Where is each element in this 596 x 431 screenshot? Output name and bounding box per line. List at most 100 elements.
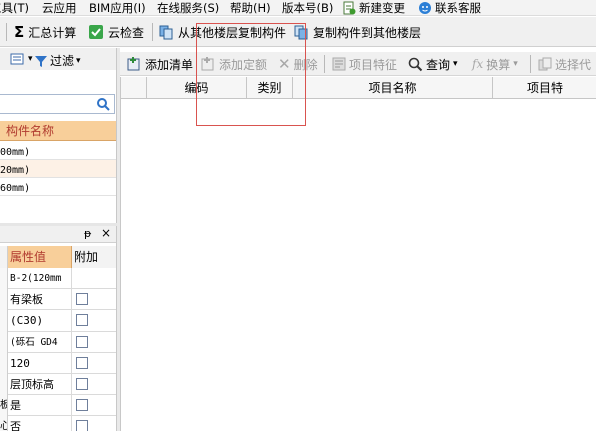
item-feature-column-header[interactable]: 项目特: [493, 77, 596, 99]
property-value-cell[interactable]: (砾石 GD4: [8, 331, 72, 353]
property-value-cell[interactable]: 层顶标高: [8, 374, 72, 396]
panel-splitter-vertical[interactable]: [117, 48, 120, 431]
query-button[interactable]: 查询 ▾: [408, 54, 458, 74]
property-row[interactable]: 层顶标高: [0, 374, 116, 396]
menu-bim[interactable]: BIM应用(I): [89, 0, 146, 15]
property-value-header: 属性值: [8, 246, 72, 268]
panel-splitter[interactable]: [0, 223, 118, 226]
delete-label: 删除: [293, 57, 318, 72]
list-item[interactable]: 60mm): [0, 178, 116, 196]
delete-button[interactable]: ✕ 删除: [278, 54, 318, 74]
cloud-check-label: 云检查: [108, 25, 145, 40]
property-row[interactable]: B-2(120mm: [0, 268, 116, 290]
property-name-cell: [0, 374, 8, 396]
property-row[interactable]: 120: [0, 352, 116, 374]
list-item[interactable]: 00mm): [0, 142, 116, 160]
property-extra-cell: [72, 332, 116, 353]
copy-to-other-floor-button[interactable]: 复制构件到其他楼层: [293, 22, 421, 42]
close-icon[interactable]: ×: [101, 226, 111, 240]
property-extra-cell: [72, 268, 116, 289]
select-code-button[interactable]: 选择代: [538, 54, 591, 74]
property-value-cell[interactable]: B-2(120mm: [8, 268, 72, 290]
property-name-cell: [0, 289, 8, 311]
code-header-label: 编码: [184, 81, 209, 95]
property-row[interactable]: 有梁板: [0, 289, 116, 311]
cloud-check-button[interactable]: 云检查: [88, 22, 144, 42]
convert-button[interactable]: fx 换算 ▾: [472, 54, 518, 74]
property-extra-checkbox[interactable]: [76, 378, 88, 390]
dropdown-arrow-icon: ▾: [513, 59, 518, 69]
property-value-cell[interactable]: 有梁板: [8, 289, 72, 311]
property-extra-cell: [72, 289, 116, 310]
item-name-column-header[interactable]: 项目名称: [293, 77, 493, 99]
sigma-icon: Σ: [14, 23, 25, 41]
component-name: 00mm): [0, 147, 31, 158]
property-name-cell: [0, 268, 8, 290]
menu-label: 云应用: [42, 1, 77, 15]
sum-calc-label: 汇总计算: [28, 25, 77, 40]
add-list-button[interactable]: 添加清单: [126, 54, 193, 74]
filter-button[interactable]: 过滤 ▾: [34, 52, 81, 69]
property-extra-checkbox[interactable]: [76, 314, 88, 327]
copy-to-other-floor-label: 复制构件到其他楼层: [313, 25, 422, 40]
add-quota-button[interactable]: 添加定额: [200, 54, 267, 74]
property-row[interactable]: (砾石 GD4: [0, 331, 116, 353]
property-row[interactable]: (C30): [0, 310, 116, 332]
component-name-header: 构件名称: [0, 121, 116, 141]
query-search-icon: [408, 57, 423, 71]
menu-label: 联系客服: [435, 1, 481, 15]
menu-tools[interactable]: 工具(T): [0, 0, 29, 15]
dropdown-arrow-icon: ▾: [28, 54, 33, 64]
property-value-cell[interactable]: 120: [8, 352, 72, 374]
list-view-icon: [10, 53, 24, 65]
property-extra-cell: [72, 310, 116, 331]
property-extra-header: 附加: [72, 246, 116, 268]
item-feature-icon: [332, 57, 346, 71]
menu-label: 工具(T): [0, 1, 29, 15]
new-change-icon: [343, 1, 356, 15]
menu-new-change[interactable]: 新建变更: [342, 0, 405, 15]
property-extra-checkbox[interactable]: [76, 356, 88, 369]
pin-icon[interactable]: ᵽ: [84, 227, 91, 240]
component-name: 20mm): [0, 165, 31, 176]
search-icon[interactable]: [96, 97, 110, 111]
property-name-cell: 板: [0, 395, 8, 417]
menu-help[interactable]: 帮助(H): [230, 0, 271, 15]
property-header-row: 属性值 附加: [0, 246, 116, 268]
property-value-cell[interactable]: 是: [8, 395, 72, 417]
add-quota-label: 添加定额: [219, 57, 268, 72]
property-row[interactable]: 板是: [0, 395, 116, 417]
menu-contact-support[interactable]: 联系客服: [418, 0, 481, 15]
list-item[interactable]: 20mm): [0, 160, 116, 178]
item-feature-button[interactable]: 项目特征: [332, 54, 397, 74]
property-extra-checkbox[interactable]: [76, 293, 88, 306]
property-extra-checkbox[interactable]: [76, 335, 88, 348]
menu-cloud[interactable]: 云应用: [42, 0, 77, 15]
function-icon: fx: [472, 57, 484, 71]
component-list-toolbar: ▾ 过滤 ▾: [0, 48, 116, 70]
property-extra-header-label: 附加: [74, 250, 99, 264]
property-extra-checkbox[interactable]: [76, 399, 88, 412]
property-value-header-label: 属性值: [10, 250, 47, 264]
component-search-input[interactable]: [0, 94, 115, 114]
category-column-header[interactable]: 类别: [247, 77, 293, 99]
copy-from-other-floor-button[interactable]: 从其他楼层复制构件: [158, 22, 286, 42]
menu-version[interactable]: 版本号(B): [282, 0, 334, 15]
menu-label: 版本号(B): [282, 1, 334, 15]
query-label: 查询: [426, 57, 451, 72]
property-extra-checkbox[interactable]: [76, 420, 88, 431]
list-view-button[interactable]: ▾: [10, 52, 33, 66]
property-row[interactable]: 心否: [0, 416, 116, 431]
list-toolbar: 添加清单 添加定额 ✕ 删除 项目特征 查询 ▾ fx 换算 ▾ 选择代: [120, 52, 596, 76]
toolbar-separator: [324, 55, 325, 73]
menu-label: 在线服务(S): [157, 1, 220, 15]
property-value-cell[interactable]: (C30): [8, 310, 72, 332]
copy-to-floor-icon: [294, 25, 308, 40]
menu-online-service[interactable]: 在线服务(S): [157, 0, 220, 15]
property-value-cell[interactable]: 否: [8, 416, 72, 431]
properties-titlebar: ᵽ ×: [0, 226, 116, 243]
filter-label: 过滤: [50, 54, 75, 68]
property-name-cell: [0, 331, 8, 353]
sum-calc-button[interactable]: Σ 汇总计算: [14, 22, 76, 42]
code-column-header[interactable]: 编码: [147, 77, 247, 99]
